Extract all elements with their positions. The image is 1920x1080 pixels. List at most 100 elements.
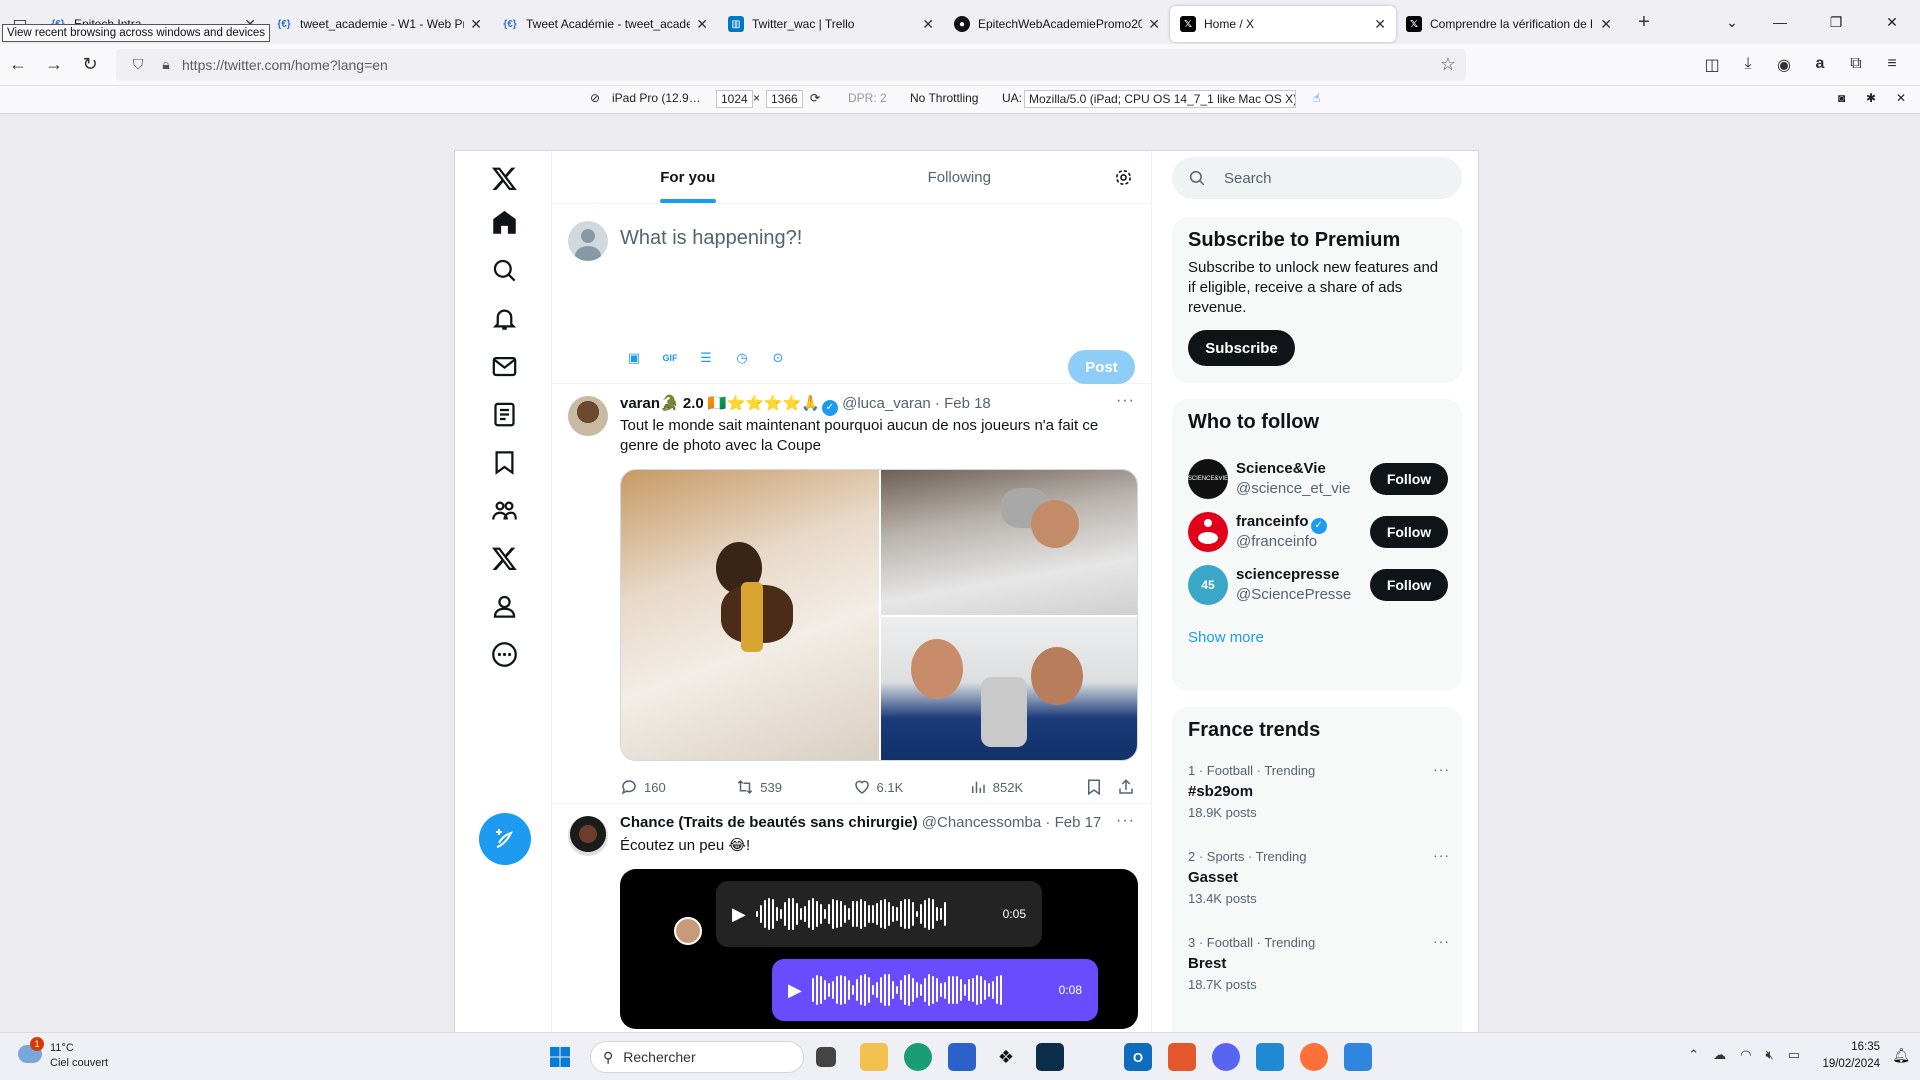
account-name[interactable]: sciencepresse [1236, 566, 1339, 583]
dpr-select[interactable]: DPR: 2 [848, 91, 887, 105]
share-icon[interactable] [1117, 778, 1135, 796]
tweet-author-avatar[interactable] [568, 816, 608, 856]
close-tab-icon[interactable]: ✕ [470, 16, 482, 33]
tweet-author-avatar[interactable] [568, 396, 608, 436]
trend-item[interactable]: 1 · Football · Trending #sb29om 18.9K po… [1188, 761, 1450, 820]
lock-icon[interactable]: 🔒︎ [154, 56, 178, 73]
close-tab-icon[interactable]: ✕ [1148, 16, 1160, 33]
audio-message-1[interactable]: ▶ 0:05 [716, 881, 1042, 947]
chevron-up-icon[interactable]: ⌃ [1688, 1047, 1699, 1063]
follow-button[interactable]: Follow [1370, 463, 1448, 495]
office-app-icon[interactable] [1168, 1043, 1196, 1071]
height-input[interactable]: 1366 [766, 90, 803, 108]
amazon-extension-icon[interactable]: a [1802, 55, 1838, 75]
gif-icon[interactable]: GIF [652, 348, 688, 368]
close-window-icon[interactable]: ✕ [1864, 14, 1920, 31]
tweet-more-icon[interactable]: ··· [1116, 392, 1135, 410]
explore-search-icon[interactable] [479, 245, 529, 295]
clock[interactable]: 16:35 19/02/2024 [1822, 1039, 1880, 1073]
play-icon[interactable]: ▶ [732, 904, 746, 925]
reply-button[interactable]: 160 [620, 778, 736, 796]
premium-x-icon[interactable] [479, 533, 529, 583]
follow-button[interactable]: Follow [1370, 569, 1448, 601]
account-avatar[interactable]: 45 [1188, 565, 1228, 605]
edge-icon[interactable] [904, 1043, 932, 1071]
touch-simulation-icon[interactable]: ☝ [1313, 91, 1320, 105]
tweet-author-handle[interactable]: @Chancessomba [922, 814, 1041, 831]
trend-item[interactable]: 2 · Sports · Trending Gasset 13.4K posts… [1188, 847, 1450, 906]
url-text[interactable]: https://twitter.com/home?lang=en [182, 57, 1440, 73]
browser-tab-verification[interactable]: 𝕏 Comprendre la vérification de l ✕ [1396, 6, 1622, 42]
start-windows-icon[interactable] [548, 1043, 572, 1071]
account-handle[interactable]: @SciencePresse [1236, 586, 1351, 603]
account-name[interactable]: franceinfo [1236, 513, 1309, 530]
composer-input[interactable]: What is happening?! [620, 227, 802, 250]
account-handle[interactable]: @franceinfo [1236, 533, 1317, 550]
profile-icon[interactable] [479, 581, 529, 631]
trend-more-icon[interactable]: ··· [1433, 933, 1450, 949]
user-avatar[interactable] [568, 221, 608, 261]
close-tab-icon[interactable]: ✕ [696, 16, 708, 33]
home-icon[interactable] [479, 197, 529, 247]
tweet-video[interactable]: ▶ 0:05 ▶ 0:08 [620, 869, 1138, 1029]
audio-message-2[interactable]: ▶ 0:08 [772, 959, 1098, 1021]
reload-icon[interactable]: ↻ [72, 54, 108, 75]
repost-button[interactable]: 539 [736, 778, 852, 796]
browser-tab-github[interactable]: ● EpitechWebAcademiePromo20 ✕ [944, 6, 1170, 42]
terminal-app-icon[interactable] [1036, 1043, 1064, 1071]
list-all-tabs-chevron-icon[interactable]: ⌄ [1712, 14, 1752, 31]
follow-button[interactable]: Follow [1370, 516, 1448, 548]
x-logo-icon[interactable] [479, 153, 529, 203]
tweet[interactable]: Chance (Traits de beautés sans chirurgie… [552, 804, 1151, 1032]
browser-tab-home-x[interactable]: 𝕏 Home / X ✕ [1170, 6, 1396, 42]
close-rdm-icon[interactable]: ✕ [1896, 91, 1906, 105]
browser-tab-tweet-academie-w1[interactable]: {€} tweet_academie - W1 - Web Pr ✕ [266, 6, 492, 42]
lists-icon[interactable] [479, 389, 529, 439]
throttling-select[interactable]: No Throttling [910, 91, 978, 105]
tweet[interactable]: varan🐊 2.0 🇨🇮⭐⭐⭐⭐🙏 ✓ @luca_varan · Feb 18… [552, 384, 1151, 804]
tweet-date[interactable]: · Feb 17 [1045, 814, 1101, 831]
communities-icon[interactable] [479, 485, 529, 535]
play-icon[interactable]: ▶ [788, 980, 802, 1001]
account-name[interactable]: Science&Vie [1236, 460, 1326, 477]
browser-tab-trello[interactable]: ▥ Twitter_wac | Trello ✕ [718, 6, 944, 42]
device-select[interactable]: iPad Pro (12.9… [612, 91, 701, 105]
compose-post-button[interactable] [479, 813, 531, 865]
close-tab-icon[interactable]: ✕ [1600, 16, 1612, 33]
wifi-icon[interactable]: ◠ [1740, 1047, 1751, 1063]
forward-arrow-icon[interactable]: → [36, 54, 72, 75]
onedrive-icon[interactable]: ☁ [1713, 1047, 1726, 1063]
trend-more-icon[interactable]: ··· [1433, 761, 1450, 777]
post-button[interactable]: Post [1068, 350, 1135, 384]
trend-name[interactable]: Gasset [1188, 869, 1450, 886]
follow-suggestion[interactable]: franceinfo ✓ @franceinfo Follow [1188, 512, 1448, 552]
messages-envelope-icon[interactable] [479, 341, 529, 391]
battery-icon[interactable]: ▭ [1788, 1047, 1800, 1063]
media-icon[interactable]: ▣ [616, 348, 652, 368]
close-tab-icon[interactable]: ✕ [1374, 16, 1386, 33]
tweet-photo-3[interactable] [881, 617, 1137, 760]
address-bar[interactable]: ⛉ 🔒︎ https://twitter.com/home?lang=en ☆ [116, 48, 1466, 81]
extensions-icon[interactable]: ⧉ [1838, 55, 1874, 75]
pocket-icon[interactable]: ◫ [1694, 55, 1730, 75]
task-view-icon[interactable] [816, 1043, 836, 1071]
show-more-link[interactable]: Show more [1188, 629, 1264, 646]
dropbox-icon[interactable]: ❖ [992, 1043, 1020, 1071]
store-icon[interactable] [948, 1043, 976, 1071]
restore-icon[interactable]: ❐ [1808, 14, 1864, 31]
account-handle[interactable]: @science_et_vie [1236, 480, 1350, 497]
back-arrow-icon[interactable]: ← [0, 54, 36, 75]
trend-name[interactable]: Brest [1188, 955, 1450, 972]
shield-icon[interactable]: ⛉ [126, 56, 150, 73]
user-agent-input[interactable]: Mozilla/5.0 (iPad; CPU OS 14_7_1 like Ma… [1024, 90, 1296, 108]
tweet-photo-2[interactable] [881, 470, 1137, 615]
follow-suggestion[interactable]: 45 sciencepresse @SciencePresse Follow [1188, 565, 1448, 605]
tweet-author-handle[interactable]: @luca_varan [842, 395, 931, 412]
downloads-icon[interactable]: ⤓ [1730, 55, 1766, 75]
schedule-icon[interactable]: ◷ [724, 348, 760, 368]
subscribe-button[interactable]: Subscribe [1188, 330, 1295, 366]
tweet-more-icon[interactable]: ··· [1116, 812, 1135, 830]
account-avatar[interactable]: SCIENCE&VIE [1188, 459, 1228, 499]
tweet-photo-1[interactable] [621, 470, 879, 760]
screenshot-icon[interactable]: ◙ [1838, 91, 1845, 105]
